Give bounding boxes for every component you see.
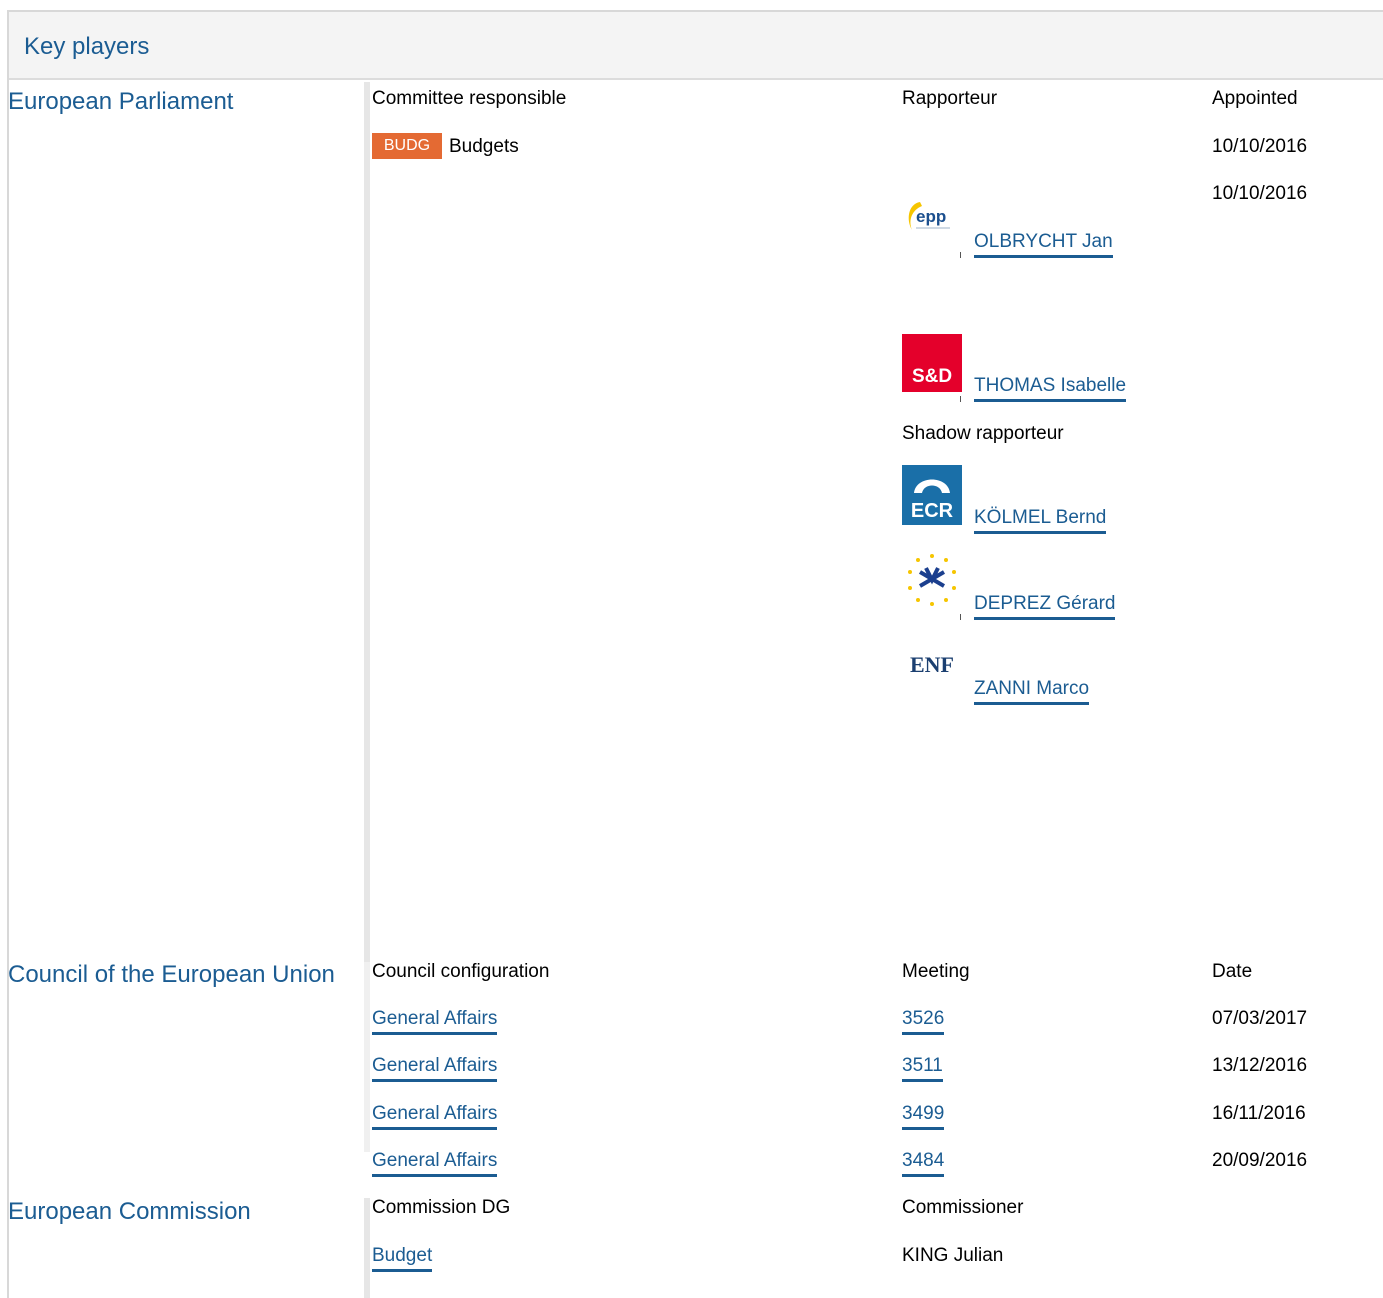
meeting-link[interactable]: 3499 xyxy=(902,1103,945,1130)
shadow-link-zanni[interactable]: ZANNI Marco xyxy=(974,678,1090,705)
commissioner-header: Commissioner xyxy=(902,1197,1024,1218)
council-section-title[interactable]: Council of the European Union xyxy=(8,961,335,989)
section-divider xyxy=(364,82,370,962)
separator-mark xyxy=(960,614,961,620)
council-configuration-header: Council configuration xyxy=(372,961,550,982)
meeting-link[interactable]: 3526 xyxy=(902,1008,945,1035)
council-config-link[interactable]: General Affairs xyxy=(372,1150,498,1177)
epp-logo-icon: epp xyxy=(902,190,962,250)
meeting-date: 16/11/2016 xyxy=(1212,1103,1306,1124)
enf-logo-icon: ENF xyxy=(902,634,962,694)
ep-section-title[interactable]: European Parliament xyxy=(8,88,233,116)
commission-dg-header: Commission DG xyxy=(372,1197,511,1218)
appointed-date: 10/10/2016 xyxy=(1212,183,1308,204)
commission-dg-link[interactable]: Budget xyxy=(372,1245,433,1272)
appointed-date: 10/10/2016 xyxy=(1212,136,1308,157)
commission-section-title[interactable]: European Commission xyxy=(8,1198,251,1226)
separator-mark xyxy=(960,252,961,258)
committee-badge: BUDG xyxy=(372,133,442,159)
meeting-date: 13/12/2016 xyxy=(1212,1055,1308,1076)
section-divider xyxy=(364,1198,370,1298)
svg-text:ECR: ECR xyxy=(911,500,954,522)
section-divider xyxy=(364,962,370,1152)
meeting-header: Meeting xyxy=(902,961,970,982)
rapporteur-link-thomas[interactable]: THOMAS Isabelle xyxy=(974,375,1127,402)
ecr-logo-icon: ECR xyxy=(902,465,962,525)
meeting-link[interactable]: 3484 xyxy=(902,1150,945,1177)
panel-header xyxy=(9,12,1383,80)
svg-text:epp: epp xyxy=(916,207,946,226)
shadow-rapporteur-label: Shadow rapporteur xyxy=(902,423,1064,444)
shadow-link-kolmel[interactable]: KÖLMEL Bernd xyxy=(974,507,1107,534)
shadow-link-deprez[interactable]: DEPREZ Gérard xyxy=(974,593,1116,620)
efdd-logo-icon xyxy=(902,550,962,610)
key-players-panel xyxy=(7,10,1383,1298)
separator-mark xyxy=(960,396,961,402)
s-and-d-logo-icon: S&D xyxy=(902,334,962,394)
council-config-link[interactable]: General Affairs xyxy=(372,1103,498,1130)
date-header: Date xyxy=(1212,961,1253,982)
meeting-link[interactable]: 3511 xyxy=(902,1055,943,1082)
meeting-date: 07/03/2017 xyxy=(1212,1008,1308,1029)
panel-title: Key players xyxy=(24,33,150,60)
svg-text:ENF: ENF xyxy=(910,652,954,677)
committee-name: Budgets xyxy=(449,136,519,157)
committee-responsible-header: Committee responsible xyxy=(372,88,567,109)
rapporteur-link-olbrycht[interactable]: OLBRYCHT Jan xyxy=(974,231,1113,258)
council-config-link[interactable]: General Affairs xyxy=(372,1055,498,1082)
council-config-link[interactable]: General Affairs xyxy=(372,1008,498,1035)
meeting-date: 20/09/2016 xyxy=(1212,1150,1308,1171)
appointed-header: Appointed xyxy=(1212,88,1298,109)
svg-text:S&D: S&D xyxy=(912,366,952,387)
commissioner-name: KING Julian xyxy=(902,1245,1004,1266)
rapporteur-header: Rapporteur xyxy=(902,88,998,109)
